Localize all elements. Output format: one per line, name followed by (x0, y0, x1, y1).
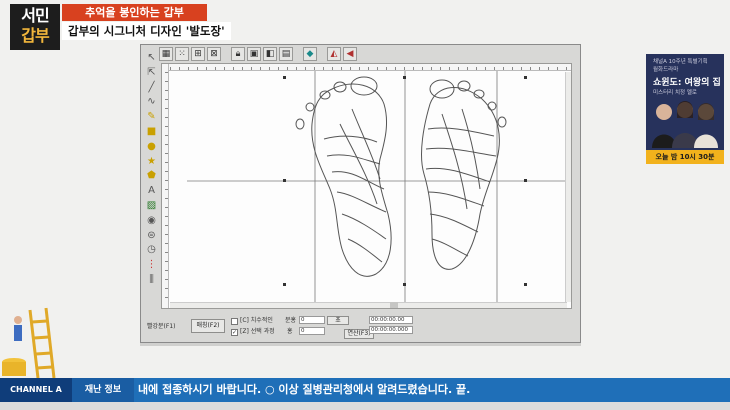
mirror-icon[interactable]: ◭ (327, 47, 341, 61)
news-ticker: CHANNEL A 재난 정보 내에 접종하시기 바랍니다. ○ 이상 질병관리… (0, 378, 730, 402)
channel-brand: CHANNEL A (0, 378, 72, 402)
stamp-icon[interactable]: ⊜ (145, 229, 158, 243)
design-program-window: ▦ ⁙ ⊞ ⊠ 🔒︎ ▣ ◧ ▤ ◆ ◭ ◀ ↖ ⇱ ╱ ∿ ✎ ■ ● ★ ⬟… (140, 44, 581, 343)
drama-ad-banner[interactable]: 채널A 10주년 특별기획 월화드라마 쇼윈도: 여왕의 집 미스터리 치정 멜… (646, 54, 724, 164)
caption-top: 추억을 봉인하는 갑부 (62, 4, 207, 21)
rectangle-icon[interactable]: ■ (145, 125, 158, 139)
fill-icon[interactable]: ◉ (145, 214, 158, 228)
flip-icon[interactable]: ◀ (343, 47, 357, 61)
horizontal-scroll-thumb[interactable] (390, 302, 398, 308)
clock-icon[interactable]: ◷ (145, 243, 158, 257)
pointer-icon[interactable]: ↖ (145, 51, 158, 65)
footprint-drawing[interactable] (162, 64, 572, 309)
horizontal-scrollbar[interactable] (170, 302, 567, 308)
traffic-light-icon[interactable]: ⋮ (145, 258, 158, 272)
top-toolbar: ▦ ⁙ ⊞ ⊠ 🔒︎ ▣ ◧ ▤ ◆ ◭ ◀ (159, 47, 357, 61)
drawing-canvas[interactable] (161, 63, 572, 309)
line-icon[interactable]: ╱ (145, 81, 158, 95)
label-b: 홍 (287, 328, 293, 335)
vertical-scrollbar[interactable] (565, 72, 571, 302)
lock-icon[interactable]: 🔒︎ (231, 47, 245, 61)
node-edit-icon[interactable]: ⇱ (145, 66, 158, 80)
ad-line2: 월화드라마 (653, 67, 679, 73)
ellipse-icon[interactable]: ● (145, 140, 158, 154)
text-icon[interactable]: A (145, 184, 158, 198)
red-button-label[interactable]: 빨강분(F1) (147, 323, 176, 331)
control-panel: 빨강분(F1) 매칭(F2) [C] 치수적인 ✓ [Z] 선택 과정 분홍 홍… (147, 313, 577, 341)
check-selection[interactable]: ✓ (231, 329, 238, 336)
polygon-icon[interactable]: ⬟ (145, 169, 158, 183)
logo-line1: 서민 (21, 6, 49, 25)
program-logo: 서민 갑부 (10, 4, 60, 50)
time-field-2: 00:00:00.000 (369, 326, 413, 334)
unlock-icon[interactable]: ◧ (263, 47, 277, 61)
ad-airtime: 오늘 밤 10시 30분 (646, 150, 724, 164)
matching-button[interactable]: 매칭(F2) (191, 319, 225, 333)
time-field-1: 00:00:00.00 (369, 316, 413, 324)
ad-title: 쇼윈도: 여왕의 집 (653, 78, 721, 88)
caption-main: 갑부의 시그니처 디자인 '발도장' (62, 22, 231, 40)
label-a: 분홍 (285, 317, 297, 324)
image-icon[interactable]: ▨ (145, 199, 158, 213)
grid-icon[interactable]: ▦ (159, 47, 173, 61)
layer-icon[interactable]: ▤ (279, 47, 293, 61)
grid-select-icon[interactable]: ⊞ (191, 47, 205, 61)
ticker-text: 내에 접종하시기 바랍니다. ○ 이상 질병관리청에서 알려드렸습니다. 끝. (138, 383, 471, 396)
pen-icon[interactable]: ✎ (145, 110, 158, 124)
ad-subtitle: 미스터리 치정 멜로 (653, 90, 697, 96)
left-toolbar: ↖ ⇱ ╱ ∿ ✎ ■ ● ★ ⬟ A ▨ ◉ ⊜ ◷ ⋮ ⫼ (145, 51, 159, 287)
ticker-bottom-strip (0, 402, 730, 410)
lock-all-icon[interactable]: ▣ (247, 47, 261, 61)
ticker-label: 재난 정보 (72, 378, 134, 402)
status-bar (140, 343, 581, 346)
ladder-coins-illustration (2, 307, 56, 378)
check-dimension[interactable] (231, 318, 238, 325)
unit-button[interactable]: 초 (327, 316, 349, 325)
barcode-icon[interactable]: ⫼ (145, 273, 158, 287)
check-dimension-label: [C] 치수적인 (240, 317, 273, 324)
check-selection-label: [Z] 선택 과정 (240, 328, 275, 335)
cast-photo (652, 101, 718, 148)
input-field-2[interactable]: 0 (299, 327, 325, 335)
grid-fit-icon[interactable]: ⊠ (207, 47, 221, 61)
grid-dots-icon[interactable]: ⁙ (175, 47, 189, 61)
color-icon[interactable]: ◆ (303, 47, 317, 61)
logo-line2: 갑부 (21, 26, 49, 45)
curve-icon[interactable]: ∿ (145, 95, 158, 109)
ad-line1: 채널A 10주년 특별기획 (653, 59, 708, 65)
star-icon[interactable]: ★ (145, 155, 158, 169)
input-field-1[interactable]: 0 (299, 316, 325, 324)
